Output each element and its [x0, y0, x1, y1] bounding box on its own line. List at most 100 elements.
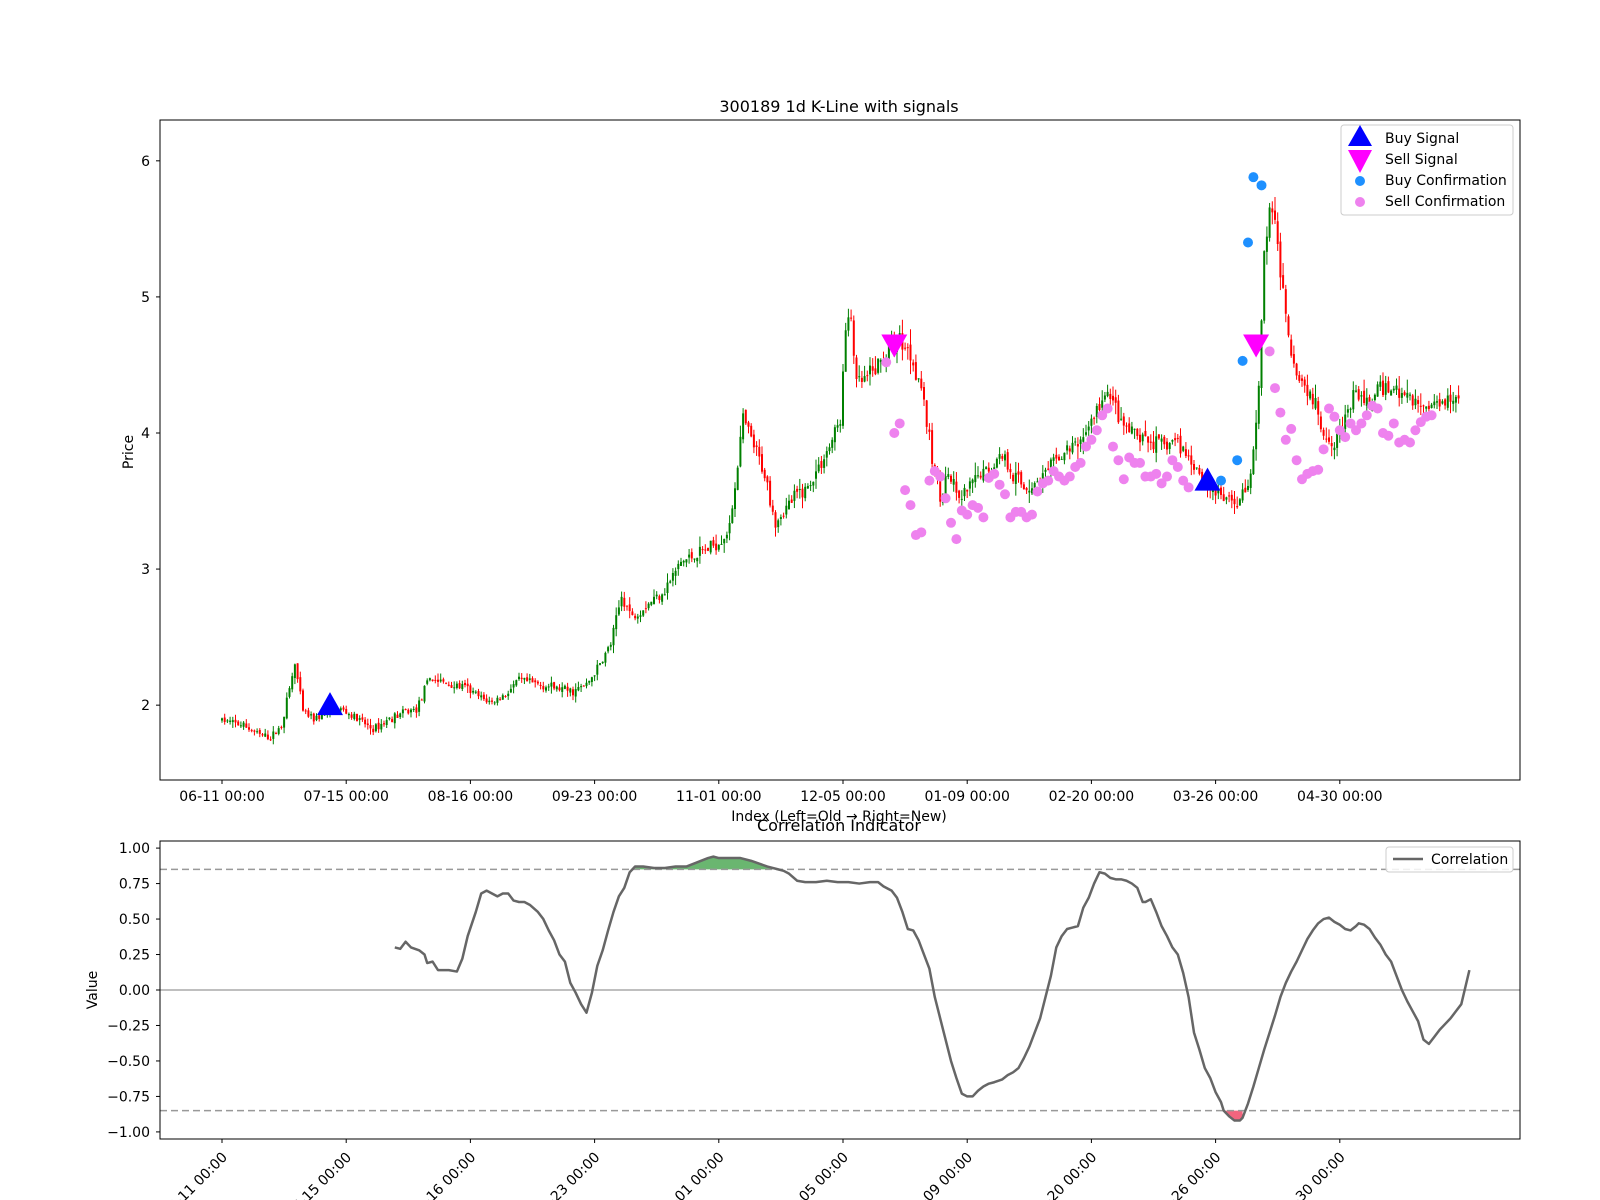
candle-body — [1417, 400, 1420, 404]
sell-confirmation-marker — [1291, 455, 1302, 466]
candle-body — [1022, 484, 1025, 490]
candle-body — [472, 690, 475, 693]
candle-body — [1441, 401, 1444, 404]
candle-body — [758, 446, 761, 457]
sell-confirmation-marker — [1426, 410, 1437, 421]
candle-body — [1014, 472, 1017, 484]
sell-confirmation-marker — [1356, 418, 1367, 429]
candle-body — [569, 688, 572, 693]
candle-body — [1103, 395, 1106, 400]
candle-body — [685, 559, 688, 563]
candle-body — [542, 686, 545, 690]
buy-confirmation-marker — [1237, 355, 1248, 366]
candle-body — [536, 681, 539, 684]
candle-body — [1328, 437, 1330, 442]
candle-body — [761, 454, 763, 472]
candle-body — [904, 347, 907, 349]
candle-body — [1182, 446, 1185, 451]
candle-body — [1317, 401, 1320, 415]
candle-body — [987, 467, 990, 472]
candle-body — [755, 445, 758, 447]
sell-confirmation-marker — [946, 517, 956, 528]
candle-body — [1279, 241, 1282, 278]
candle-body — [1128, 423, 1131, 433]
candle-body — [1184, 449, 1187, 456]
candle-body — [725, 534, 728, 539]
candle-body — [412, 709, 415, 711]
candle-body — [482, 694, 485, 700]
candle-body — [1055, 454, 1058, 459]
candle-body — [434, 679, 437, 681]
candle-body — [796, 488, 799, 492]
candle-body — [404, 709, 407, 711]
candle-body — [372, 728, 375, 733]
legend-buy-confirmation-label: Buy Confirmation — [1385, 173, 1507, 189]
candle-body — [852, 320, 855, 356]
candle-body — [874, 368, 877, 375]
candle-body — [1309, 391, 1312, 399]
candle-body — [696, 557, 699, 562]
candle-body — [450, 685, 453, 688]
candle-body — [863, 376, 866, 382]
candle-body — [1373, 394, 1376, 401]
candle-body — [374, 724, 377, 732]
candle-body — [1376, 384, 1379, 397]
candle-body — [847, 317, 850, 331]
candle-body — [264, 733, 267, 737]
candle-body — [1147, 436, 1150, 443]
kline-x-tick-label: 06-11 00:00 — [179, 789, 264, 805]
sell-confirmation-marker — [994, 479, 1005, 490]
candle-body — [866, 375, 869, 377]
candle-body — [231, 720, 234, 723]
candle-body — [620, 596, 623, 607]
sell-confirmation-marker — [978, 512, 989, 523]
corr-ylabel: Value — [85, 971, 101, 1009]
sell-confirmation-marker — [989, 468, 1000, 479]
candle-body — [358, 718, 361, 720]
kline-x-tick-label: 01-09 00:00 — [924, 789, 1009, 805]
sell-confirmation-marker — [1383, 430, 1394, 441]
candle-body — [480, 695, 483, 698]
candle-body — [469, 685, 472, 693]
candle-body — [1301, 378, 1303, 381]
candle-body — [1066, 445, 1069, 451]
candle-body — [704, 549, 707, 551]
candle-body — [960, 498, 963, 500]
candle-body — [509, 688, 512, 693]
sell-confirmation-marker — [1135, 457, 1145, 468]
candle-body — [1382, 380, 1384, 396]
candle-body — [1028, 490, 1031, 493]
sell-confirmation-marker — [900, 485, 911, 496]
candle-body — [1168, 442, 1171, 449]
candle-body — [609, 644, 612, 647]
candle-body — [269, 739, 272, 741]
candle-body — [250, 730, 253, 732]
candle-body — [1252, 449, 1255, 475]
candle-body — [1395, 385, 1398, 390]
candle-body — [496, 697, 499, 703]
candle-body — [415, 707, 418, 713]
candle-body — [385, 720, 388, 725]
candle-body — [275, 733, 277, 735]
candle-body — [801, 488, 804, 498]
candle-body — [944, 475, 947, 497]
candle-body — [831, 439, 834, 448]
candle-body — [423, 685, 426, 702]
candle-body — [291, 676, 294, 690]
candle-body — [728, 523, 731, 534]
candle-body — [520, 677, 523, 679]
candle-body — [658, 596, 661, 600]
candle-body — [485, 698, 488, 703]
sell-confirmation-marker — [1172, 462, 1183, 473]
sell-confirmation-marker — [973, 502, 983, 513]
candle-body — [312, 713, 315, 722]
candle-body — [1044, 469, 1047, 472]
candle-body — [739, 436, 742, 467]
candle-body — [1093, 417, 1096, 419]
buy-confirmation-marker — [1232, 455, 1243, 466]
candle-body — [914, 362, 917, 380]
candle-body — [682, 561, 685, 563]
candle-body — [253, 730, 256, 732]
candle-body — [1357, 389, 1360, 400]
candle-body — [690, 552, 693, 559]
